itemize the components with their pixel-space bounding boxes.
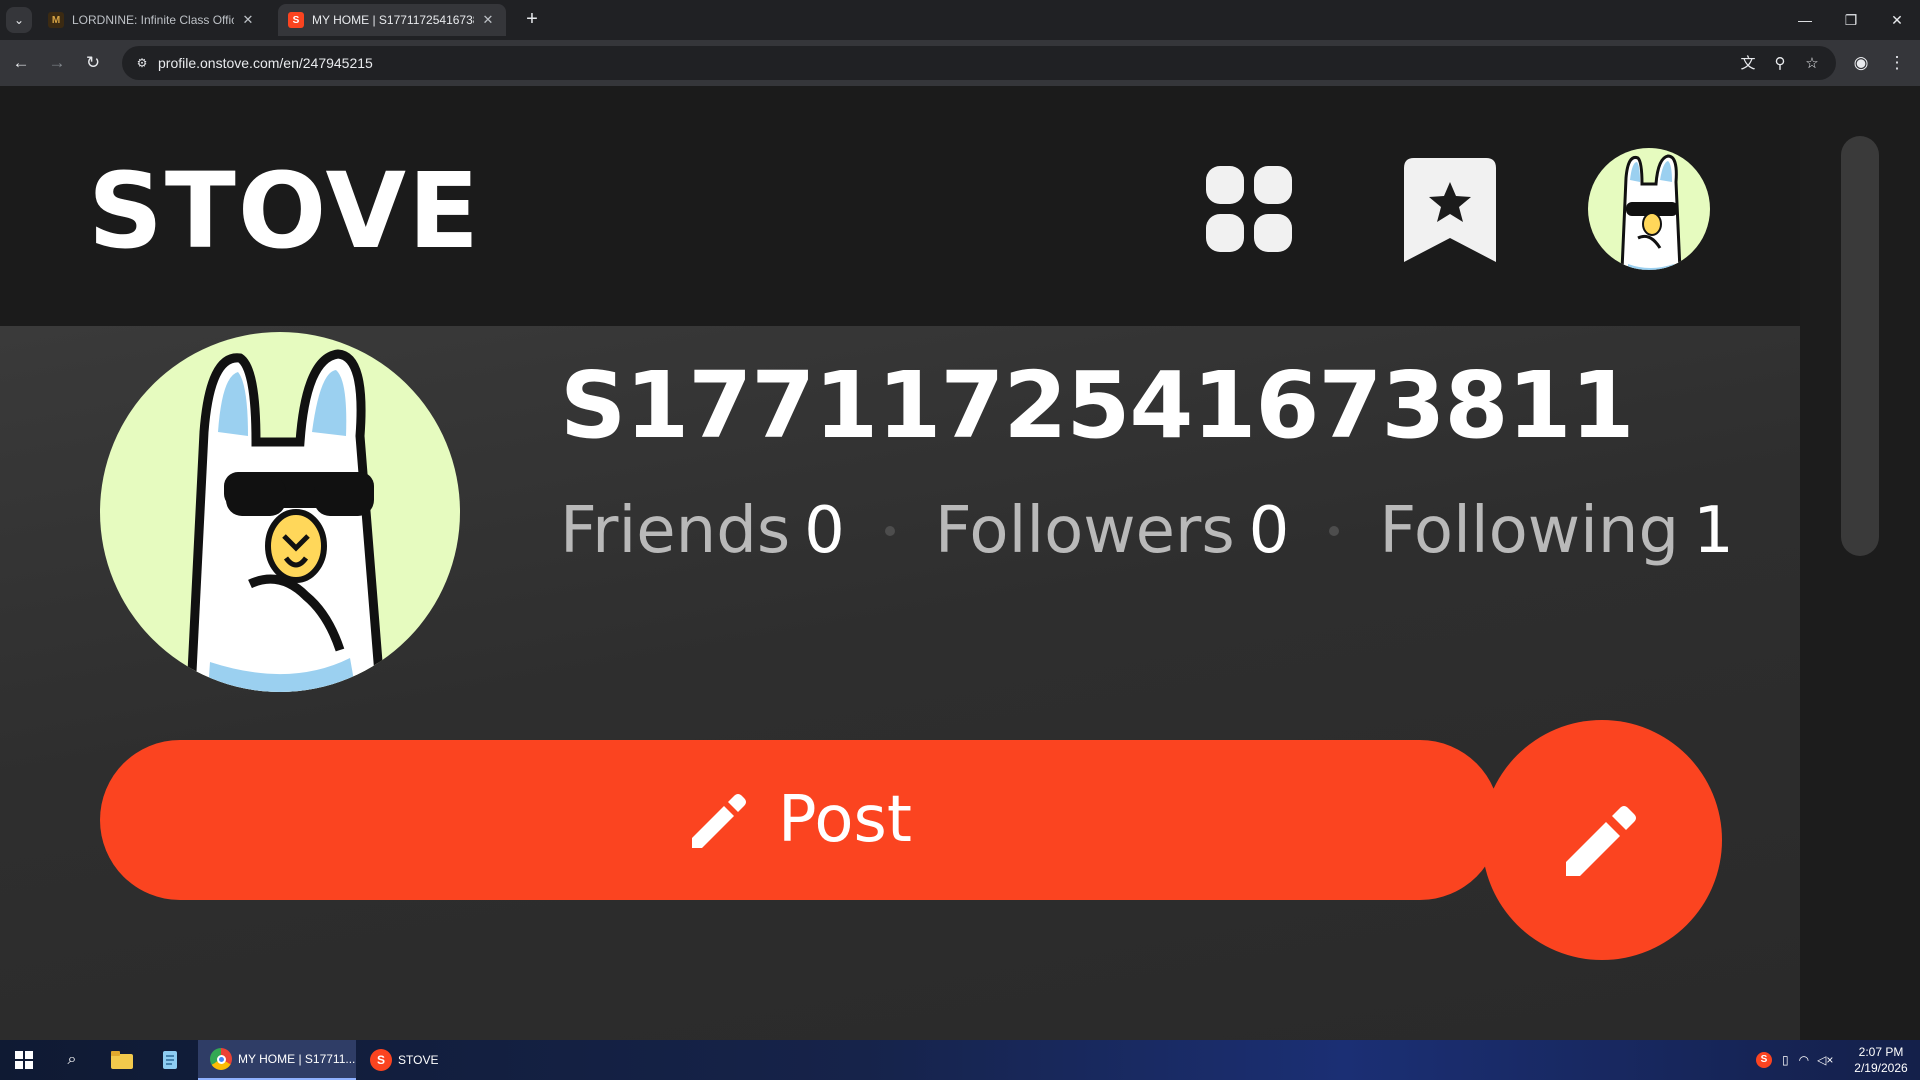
pencil-icon — [1566, 806, 1636, 876]
reload-button[interactable]: ↻ — [80, 50, 106, 76]
profile-stats: Friends 0 Followers 0 Following 1 — [560, 494, 1734, 568]
llama-avatar-icon — [186, 349, 385, 692]
taskbar-app-chrome[interactable]: MY HOME | S17711... — [198, 1040, 356, 1080]
friends-label[interactable]: Friends — [560, 494, 790, 568]
stove-tray-icon[interactable]: S — [1756, 1052, 1772, 1068]
close-icon[interactable]: ✕ — [240, 12, 256, 28]
network-icon[interactable]: ◠ — [1799, 1053, 1809, 1067]
taskbar-app-stove[interactable]: S STOVE — [358, 1040, 514, 1080]
menu-icon[interactable]: ⋮ — [1884, 50, 1910, 76]
profile-section: S1771172541673811 Friends 0 Followers 0 … — [0, 326, 1800, 1040]
clock-time: 2:07 PM — [1858, 1045, 1904, 1059]
back-button[interactable]: ← — [8, 50, 34, 76]
usb-icon[interactable]: ▯ — [1782, 1053, 1789, 1067]
llama-avatar-icon — [1620, 154, 1682, 270]
minimize-button[interactable]: — — [1782, 0, 1828, 40]
url-text[interactable]: profile.onstove.com/en/247945215 — [158, 46, 373, 80]
windows-start-icon[interactable] — [0, 1040, 48, 1080]
taskbar-app-label: STOVE — [398, 1053, 439, 1067]
file-explorer-icon[interactable] — [98, 1040, 146, 1080]
volume-muted-icon[interactable]: ◁× — [1817, 1053, 1833, 1067]
apps-grid-icon[interactable] — [1206, 166, 1294, 254]
tab-title: MY HOME | S1771172541673811 — [312, 13, 474, 27]
close-window-button[interactable]: ✕ — [1874, 0, 1920, 40]
restore-button[interactable]: ❐ — [1828, 0, 1874, 40]
stove-logo[interactable]: STOVE — [88, 156, 481, 266]
system-tray: S ▯ ◠ ◁× — [1756, 1040, 1833, 1080]
page-viewport: STOVE S1771172541673811 Friends 0 Follow… — [0, 86, 1800, 1040]
tab-search-button[interactable]: ⌄ — [6, 7, 32, 33]
clock-date: 2/19/2026 — [1854, 1061, 1908, 1075]
search-icon[interactable]: ⌕ — [48, 1040, 96, 1080]
taskbar-clock[interactable]: 2:07 PM 2/19/2026 — [1846, 1044, 1916, 1076]
stove-icon: S — [370, 1049, 392, 1071]
followers-count[interactable]: 0 — [1249, 494, 1290, 568]
close-icon[interactable]: ✕ — [480, 12, 496, 28]
followers-label[interactable]: Followers — [935, 494, 1235, 568]
profile-username: S1771172541673811 — [560, 352, 1634, 459]
notepad-icon[interactable] — [146, 1040, 194, 1080]
address-bar[interactable]: ⚙ profile.onstove.com/en/247945215 文 ⚲ ☆ — [122, 46, 1836, 80]
stove-favicon-icon: S — [288, 12, 304, 28]
chrome-icon — [210, 1048, 232, 1070]
taskbar-app-label: MY HOME | S17711... — [238, 1052, 356, 1066]
tab-my-home[interactable]: S MY HOME | S1771172541673811 ✕ — [278, 4, 506, 36]
zoom-icon[interactable]: ⚲ — [1770, 54, 1790, 74]
new-tab-button[interactable]: + — [520, 8, 544, 32]
site-header: STOVE — [0, 86, 1800, 326]
site-info-icon[interactable]: ⚙ — [134, 55, 150, 71]
lordnine-favicon-icon: M — [48, 12, 64, 28]
translate-icon[interactable]: 文 — [1738, 54, 1758, 74]
post-button[interactable]: Post — [100, 740, 1500, 900]
bookmark-star-icon[interactable]: ☆ — [1802, 54, 1822, 74]
tab-title: LORDNINE: Infinite Class Officia — [72, 13, 234, 27]
forward-button[interactable]: → — [44, 50, 70, 76]
friends-count[interactable]: 0 — [804, 494, 845, 568]
profile-icon[interactable]: ◉ — [1848, 50, 1874, 76]
tab-lordnine[interactable]: M LORDNINE: Infinite Class Officia ✕ — [38, 4, 266, 36]
write-fab-button[interactable] — [1482, 720, 1722, 960]
separator-dot — [884, 526, 895, 536]
bookmark-icon[interactable] — [1404, 158, 1496, 262]
following-count[interactable]: 1 — [1693, 494, 1734, 568]
post-button-label: Post — [778, 783, 912, 857]
separator-dot — [1329, 526, 1340, 536]
following-label[interactable]: Following — [1379, 494, 1679, 568]
header-avatar[interactable] — [1588, 148, 1710, 270]
browser-tab-strip: ⌄ M LORDNINE: Infinite Class Officia ✕ S… — [0, 0, 1920, 40]
pencil-icon — [692, 794, 747, 848]
windows-taskbar: ⌕ MY HOME | S17711... S STOVE S ▯ ◠ ◁× 2… — [0, 1040, 1920, 1080]
profile-avatar[interactable] — [100, 332, 460, 692]
scrollbar-thumb[interactable] — [1841, 136, 1879, 556]
browser-toolbar: ← → ↻ ⚙ profile.onstove.com/en/247945215… — [0, 40, 1920, 86]
page-scrollbar[interactable] — [1800, 86, 1920, 1040]
